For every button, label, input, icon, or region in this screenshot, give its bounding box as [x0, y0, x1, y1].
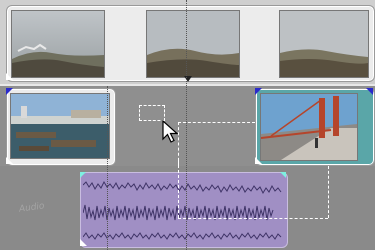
video-track-1-label: Video track 1 [0, 0, 1, 1]
audio-track-ghost-label: Audio [18, 201, 46, 215]
clip-corner-marker-tr [366, 88, 373, 95]
thumbnail-1 [11, 10, 105, 78]
video-track-1[interactable]: Video track 1 Foggy coastline clip [0, 0, 375, 86]
drag-placeholder-icon [139, 105, 165, 121]
thumbnail-bridge [260, 93, 358, 161]
timeline-gridline-1 [107, 86, 108, 250]
audio-clip-marker-right [280, 172, 286, 178]
clip-edge-marker-bl-2 [6, 157, 13, 164]
drag-guide-right [328, 166, 329, 218]
video-track-2-label: Video track 2 [0, 86, 1, 87]
video-clip-harbor[interactable]: Harbor pier clip [6, 88, 116, 166]
audio-track[interactable]: Audio track Audio Audio waveform clip [0, 160, 375, 250]
video-clip-coastline-name: Foggy coastline clip [7, 6, 8, 7]
thumbnail-2 [146, 10, 240, 78]
clip-edge-marker-bl-3 [255, 157, 262, 164]
video-clip-coastline[interactable]: Foggy coastline clip [6, 5, 375, 82]
clip-edge-marker-bl [6, 73, 13, 80]
thumbnail-harbor [10, 93, 110, 159]
audio-track-label: Audio track [0, 166, 1, 167]
audio-waveform [83, 180, 282, 240]
video-track-2[interactable]: Video track 2 Harbor pier clip Golden Ga… [0, 86, 375, 166]
playhead-line [186, 0, 187, 250]
video-clip-bridge[interactable]: Golden Gate bridge walkway clip [255, 88, 375, 166]
thumbnail-3 [279, 10, 369, 78]
drag-guide-top [178, 122, 255, 123]
audio-clip[interactable]: Audio waveform clip [80, 172, 288, 248]
clip-corner-marker-tl [6, 88, 13, 95]
audio-clip-edge-marker [80, 239, 87, 246]
clip-corner-marker-tl-2 [255, 88, 262, 95]
drag-guide-bottom [178, 218, 328, 219]
audio-clip-marker-left [80, 172, 86, 178]
drag-guide-left-2 [178, 160, 179, 218]
